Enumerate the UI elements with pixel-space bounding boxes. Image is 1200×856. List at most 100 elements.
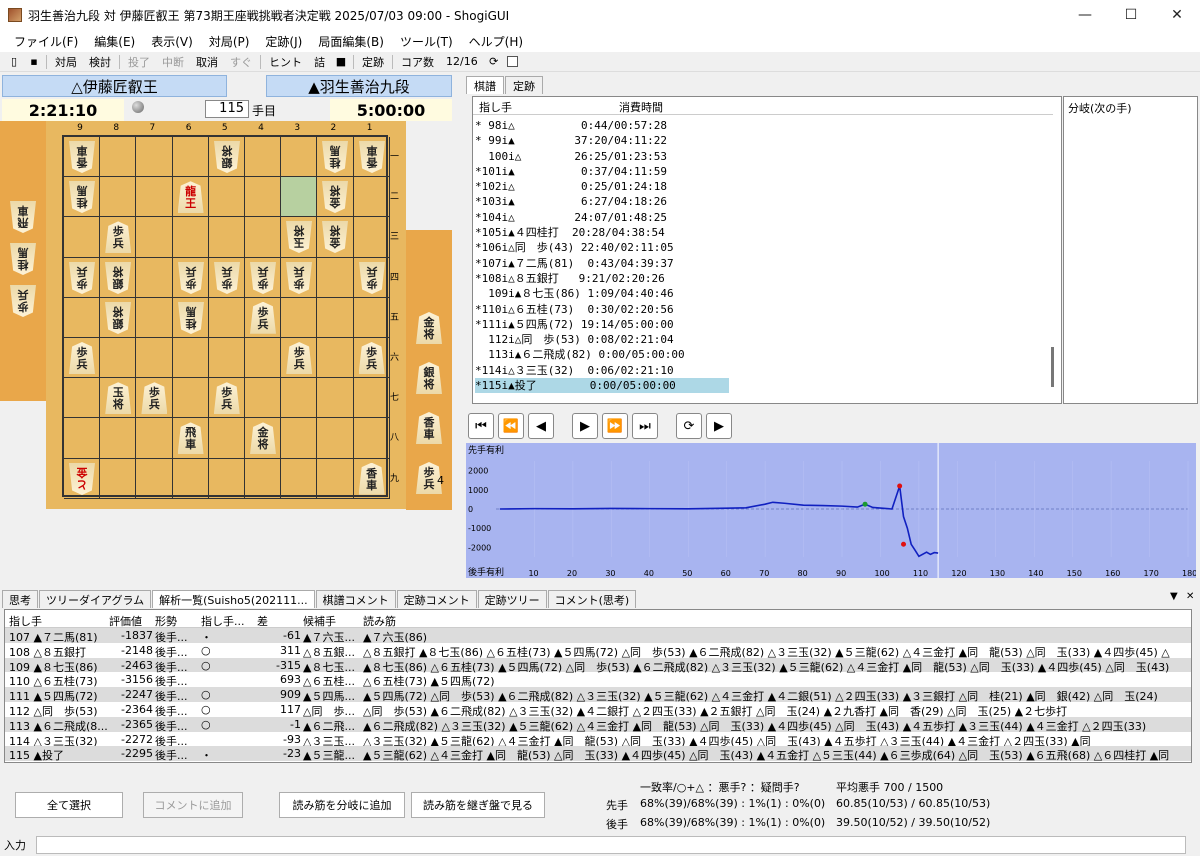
- close-button[interactable]: ✕: [1154, 0, 1200, 30]
- board-square[interactable]: [136, 217, 173, 258]
- board-square[interactable]: [172, 338, 209, 379]
- bottom-tab[interactable]: ツリーダイアグラム: [39, 590, 152, 608]
- board-square[interactable]: [208, 217, 245, 258]
- analysis-row[interactable]: 113 ▲６二飛成(8... -2365 後手... ○ -1 ▲６二飛... ▲６二飛成(…: [5, 716, 1191, 733]
- board-square[interactable]: [64, 217, 101, 258]
- shogi-piece[interactable]: 銀将: [105, 262, 131, 294]
- kifu-row[interactable]: *110i△６五桂(73) 0:30/02:20:56: [475, 302, 729, 317]
- maximize-button[interactable]: ☐: [1108, 0, 1154, 30]
- analysis-col-header[interactable]: 形勢: [155, 613, 177, 629]
- shogi-piece[interactable]: 金将: [322, 221, 348, 253]
- board-square[interactable]: [100, 177, 137, 218]
- board-square[interactable]: [317, 378, 354, 419]
- board-square[interactable]: [281, 418, 318, 459]
- kifu-row[interactable]: *115i▲投了 0:00/05:00:00: [475, 378, 729, 394]
- shogi-piece[interactable]: と金: [69, 463, 95, 495]
- kifu-row[interactable]: *104i△ 24:07/01:48:25: [475, 210, 729, 225]
- shogi-piece[interactable]: 玉将: [286, 221, 312, 253]
- shogi-piece[interactable]: 歩兵: [214, 262, 240, 294]
- board-square[interactable]: [136, 257, 173, 298]
- board-square[interactable]: [136, 418, 173, 459]
- tab-kifu[interactable]: 棋譜: [466, 76, 504, 94]
- shogi-piece[interactable]: 歩兵: [141, 382, 168, 415]
- board-square[interactable]: [353, 378, 390, 419]
- kifu-row[interactable]: * 98i△ 0:44/00:57:28: [475, 118, 729, 133]
- analysis-row[interactable]: 112 △同 歩(53) -2364 後手... ○ 117 △同 歩... △同 歩(53…: [5, 702, 1191, 718]
- shogi-piece[interactable]: 歩兵: [286, 342, 313, 374]
- analysis-row[interactable]: 114 △３三玉(32) -2272 後手... -93 △３三玉... △３三玉(32)…: [5, 732, 1191, 748]
- board-square[interactable]: [281, 137, 318, 178]
- stop-square-icon[interactable]: ■: [334, 55, 348, 69]
- tab-dropdown-icon[interactable]: ▼: [1170, 591, 1178, 602]
- shogi-piece[interactable]: 飛車: [177, 422, 204, 455]
- board-square[interactable]: [245, 338, 282, 379]
- board-square[interactable]: [281, 378, 318, 419]
- analysis-row[interactable]: 110 △６五桂(73) -3156 後手... 693 △６五桂... △６五桂(73)…: [5, 672, 1191, 688]
- new-file-icon[interactable]: ▯: [7, 55, 21, 69]
- board-square[interactable]: [64, 297, 101, 338]
- board-square[interactable]: [172, 378, 209, 419]
- analysis-row[interactable]: 107 ▲７二馬(81) -1837 後手... ・ -61 ▲７六玉... ▲７六玉(86…: [5, 628, 1191, 644]
- board-square[interactable]: [208, 177, 245, 218]
- shogi-board[interactable]: 香車銀将桂馬香車桂馬龍王金将歩兵玉将金将歩兵銀将歩兵歩兵歩兵歩兵歩兵銀将桂馬歩兵…: [62, 135, 390, 499]
- kifu-row[interactable]: *102i△ 0:25/01:24:18: [475, 179, 729, 194]
- forward-one-icon[interactable]: ▶: [572, 413, 598, 439]
- board-square[interactable]: [172, 217, 209, 258]
- tab-joseki[interactable]: 定跡: [505, 76, 543, 94]
- board-square[interactable]: [100, 137, 137, 178]
- mate-search-button[interactable]: 詰: [308, 54, 331, 70]
- board-square[interactable]: [208, 297, 245, 338]
- shogi-piece[interactable]: 香車: [358, 462, 385, 495]
- board-square[interactable]: [172, 137, 209, 178]
- board-square[interactable]: [208, 338, 245, 379]
- shogi-piece[interactable]: 龍王: [177, 181, 204, 214]
- menu-board-edit[interactable]: 局面編集(B): [310, 33, 392, 50]
- kifu-row[interactable]: *106i△同 歩(43) 22:40/02:11:05: [475, 240, 729, 255]
- select-all-button[interactable]: 全て選択: [15, 792, 123, 818]
- shogi-piece[interactable]: 歩兵: [286, 262, 312, 294]
- play-icon[interactable]: ▶: [706, 413, 732, 439]
- board-square[interactable]: [208, 418, 245, 459]
- analysis-col-header[interactable]: 読み筋: [363, 613, 396, 629]
- tab-close-icon[interactable]: ✕: [1186, 591, 1194, 602]
- add-pv-branch-button[interactable]: 読み筋を分岐に追加: [279, 792, 405, 818]
- shogi-piece[interactable]: 玉将: [105, 382, 132, 415]
- board-square[interactable]: [317, 297, 354, 338]
- analysis-row[interactable]: 109 ▲８七玉(86) -2463 後手... ○ -315 ▲８七玉... ▲８七玉(8…: [5, 657, 1191, 674]
- menu-play[interactable]: 対局(P): [201, 33, 258, 50]
- hint-button[interactable]: ヒント: [263, 54, 308, 70]
- kifu-row[interactable]: 113i▲６二飛成(82) 0:00/05:00:00: [475, 347, 729, 362]
- hand-piece[interactable]: 歩兵: [10, 285, 36, 317]
- kifu-row[interactable]: *105i▲４四桂打 20:28/04:38:54: [475, 225, 729, 240]
- match-button[interactable]: 対局: [49, 54, 83, 70]
- menu-help[interactable]: ヘルプ(H): [461, 33, 531, 50]
- board-square[interactable]: [353, 297, 390, 338]
- kifu-scrollbar[interactable]: [1051, 347, 1054, 387]
- board-square[interactable]: [281, 297, 318, 338]
- board-square[interactable]: [136, 297, 173, 338]
- board-square[interactable]: [281, 458, 318, 499]
- shogi-piece[interactable]: 香車: [69, 141, 95, 173]
- kifu-row[interactable]: *103i▲ 6:27/04:18:26: [475, 194, 729, 209]
- kifu-row[interactable]: *108i△８五銀打 9:21/02:20:26: [475, 271, 729, 286]
- bottom-tab[interactable]: 思考: [2, 590, 38, 608]
- hand-piece[interactable]: 桂馬: [10, 243, 36, 275]
- board-square[interactable]: [136, 338, 173, 379]
- board-square[interactable]: [317, 257, 354, 298]
- shogi-piece[interactable]: 金将: [250, 422, 276, 455]
- hand-piece[interactable]: 香車: [416, 412, 442, 444]
- hand-piece[interactable]: 銀将: [416, 362, 442, 394]
- shogi-piece[interactable]: 銀将: [105, 302, 131, 334]
- analysis-col-header[interactable]: 指し手...: [201, 613, 245, 629]
- kifu-list[interactable]: 指し手 消費時間 * 98i△ 0:44/00:57:28 * 99i▲ 37:2…: [472, 96, 1062, 404]
- analysis-col-header[interactable]: 差: [257, 613, 268, 629]
- menu-tools[interactable]: ツール(T): [392, 33, 461, 50]
- board-square[interactable]: [353, 418, 390, 459]
- board-square[interactable]: [136, 177, 173, 218]
- shogi-piece[interactable]: 歩兵: [69, 262, 95, 294]
- shogi-piece[interactable]: 歩兵: [213, 382, 240, 415]
- board-square[interactable]: [208, 458, 245, 499]
- board-square[interactable]: [245, 217, 282, 258]
- board-square[interactable]: [64, 418, 101, 459]
- board-square[interactable]: [353, 217, 390, 258]
